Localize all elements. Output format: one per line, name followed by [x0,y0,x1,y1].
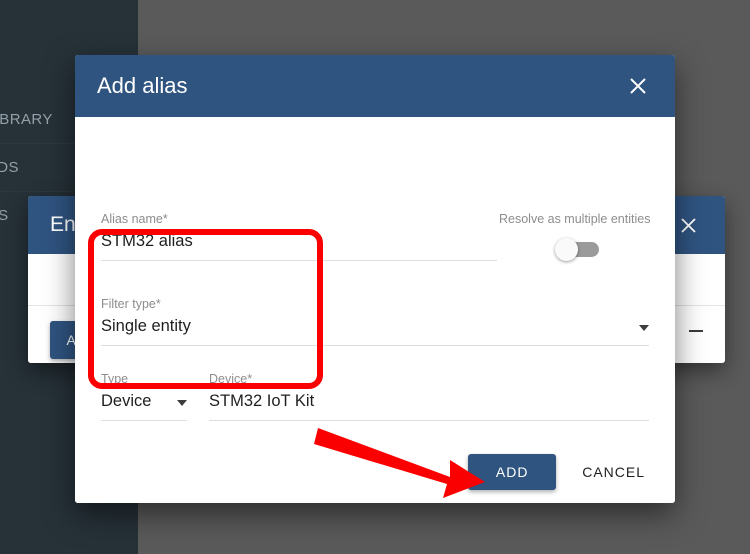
type-field[interactable]: Type Device [101,372,187,421]
device-label: Device* [209,372,253,386]
add-button[interactable]: ADD [468,454,557,490]
type-label: Type [101,372,129,386]
add-alias-dialog-body: Alias name* STM32 alias Resolve as multi… [75,117,675,441]
chevron-down-icon[interactable] [639,325,649,331]
filter-type-label: Filter type* [101,297,161,311]
filter-type-value: Single entity [101,317,191,335]
filter-type-field[interactable]: Filter type* Single entity [101,297,649,346]
required-marker: * [155,297,161,311]
toggle-knob [555,238,578,261]
chevron-down-icon[interactable] [177,400,187,406]
close-icon[interactable] [623,71,653,101]
type-device-row: Type Device Device* STM32 IoT Kit [101,372,649,421]
device-field[interactable]: Device* STM32 IoT Kit [209,372,649,421]
field-underline [101,260,497,261]
field-underline [101,345,649,346]
sidebar-item-label: GS [0,207,9,224]
required-marker: * [247,372,253,386]
add-alias-dialog-footer: ADD CANCEL [75,441,675,503]
filter-type-select[interactable]: Single entity [101,317,649,336]
add-alias-dialog-header: Add alias [75,55,675,117]
cancel-button[interactable]: CANCEL [578,456,649,488]
sidebar-item-label: LIBRARY [0,111,53,128]
resolve-multiple-toggle[interactable] [555,238,599,261]
required-marker: * [162,212,168,226]
alias-name-input[interactable]: STM32 alias [101,232,497,251]
sidebar-item-label: RDS [0,159,19,176]
field-underline [209,420,649,421]
resolve-multiple-label: Resolve as multiple entities [499,212,651,226]
alias-name-label: Alias name* [101,212,168,226]
app-root: LIBRARY RDS GS Enti AD Add [0,0,750,554]
field-underline [101,420,187,421]
minus-icon[interactable] [689,330,703,332]
type-value: Device [101,392,152,410]
add-alias-dialog: Add alias Alias name* STM32 alias Resolv… [75,55,675,503]
device-input[interactable]: STM32 IoT Kit [209,392,649,411]
alias-name-field[interactable]: Alias name* STM32 alias [101,212,497,261]
alias-name-row: Alias name* STM32 alias Resolve as multi… [101,212,651,261]
type-select[interactable]: Device [101,392,187,411]
resolve-multiple-field: Resolve as multiple entities [499,212,651,261]
close-icon[interactable] [673,210,703,240]
dialog-title: Add alias [97,73,188,98]
